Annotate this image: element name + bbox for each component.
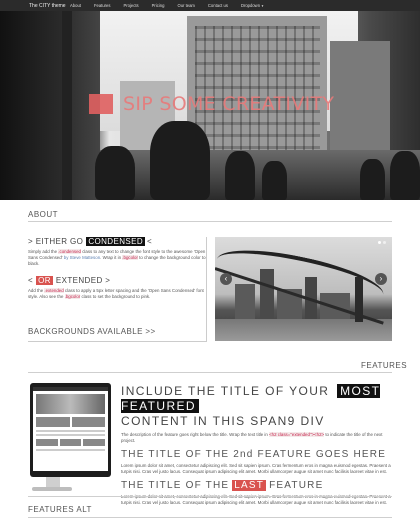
about-bottom-rule xyxy=(28,341,207,342)
feature-2-description: Lorem ipsum dolor sit amet, consectetur … xyxy=(121,463,391,474)
features-text-column: INCLUDE THE TITLE OF YOUR MOST FEATURED … xyxy=(121,384,393,506)
features-alt-heading: FEATURES ALT xyxy=(28,505,92,514)
text: Add the xyxy=(28,288,44,293)
mini-block xyxy=(71,417,105,427)
feature-title-text: FEATURE xyxy=(269,480,324,491)
brand-link[interactable]: The CITY theme xyxy=(29,3,67,9)
or-extended-heading: < OR EXTENDED > xyxy=(28,276,206,285)
hero-person xyxy=(360,159,385,200)
hero-person xyxy=(150,121,210,200)
about-text-column: > EITHER GO CONDENSED < Simply add the .… xyxy=(28,237,206,300)
navbar: The CITY theme About Features Projects P… xyxy=(0,0,420,11)
text: class to set the background to pink. xyxy=(81,294,151,299)
hero-person xyxy=(95,146,135,200)
hero-banner: SIP SOME CREATIVITY xyxy=(0,11,420,200)
hero-title-text: SIP SOME CREATIVITY xyxy=(123,93,335,115)
hero-person xyxy=(262,161,287,200)
feature-title-text: INCLUDE THE TITLE OF YOUR xyxy=(121,384,330,398)
about-rule xyxy=(28,221,392,222)
hero-person xyxy=(390,151,420,200)
features-alt-rule xyxy=(28,517,392,518)
mini-line xyxy=(36,449,105,451)
hero-building-windows xyxy=(195,26,320,156)
author-link[interactable]: by Steve Matteson xyxy=(64,255,100,260)
nav-dropdown[interactable]: Dropdown▼ xyxy=(241,3,264,8)
features-heading: FEATURES xyxy=(361,361,408,370)
mini-block xyxy=(59,439,82,446)
carousel-indicator[interactable] xyxy=(378,241,381,244)
backgrounds-available-link[interactable]: BACKGROUNDS AVAILABLE >> xyxy=(28,327,156,336)
nav-about[interactable]: About xyxy=(70,3,81,8)
laptop-base xyxy=(32,487,72,491)
text: . Wrap it in xyxy=(100,255,122,260)
extended-description: Add the .extended class to apply a 5px l… xyxy=(28,288,206,300)
carousel-prev-button[interactable]: ‹ xyxy=(220,273,232,285)
inline-code: .bgcolor xyxy=(64,294,81,299)
mini-block xyxy=(36,417,70,427)
carousel-next-button[interactable]: › xyxy=(375,273,387,285)
either-go-heading: > EITHER GO CONDENSED < xyxy=(28,237,206,246)
or-highlight: OR xyxy=(36,276,53,285)
feature-last-title: THE TITLE OF THE LAST FEATURE xyxy=(121,480,393,491)
image-carousel: ‹ › xyxy=(215,237,392,341)
mini-block xyxy=(36,439,58,446)
about-divider xyxy=(206,237,207,341)
hero-logo-mark xyxy=(89,94,113,114)
mini-line xyxy=(36,434,105,436)
feature-2-title: THE TITLE OF THE 2nd FEATURE GOES HERE xyxy=(121,449,387,460)
inline-code: <h2 class="extended"><h2> xyxy=(269,432,325,437)
laptop-screen-content xyxy=(33,387,108,471)
hero-window-frame xyxy=(62,11,72,200)
nav-projects[interactable]: Projects xyxy=(123,3,138,8)
either-go-label: > EITHER GO xyxy=(28,237,84,246)
mini-row xyxy=(36,417,105,427)
text: Simply add the xyxy=(28,249,58,254)
feature-main-description: The description of the feature goes righ… xyxy=(121,432,393,444)
mini-navbar xyxy=(33,387,108,391)
text: The description of the feature goes righ… xyxy=(121,432,268,437)
nav-pricing[interactable]: Pricing xyxy=(152,3,165,8)
features-rule xyxy=(28,372,392,373)
feature-main-title: INCLUDE THE TITLE OF YOUR MOST FEATURED … xyxy=(121,384,393,429)
features-alt-top-rule xyxy=(28,496,392,497)
feature-title-text: CONTENT IN THIS SPAN9 DIV xyxy=(121,414,325,428)
hero-left-wall xyxy=(0,11,100,200)
carousel-skyline xyxy=(235,284,255,319)
feature-last-highlight: LAST xyxy=(232,480,267,491)
mini-line xyxy=(36,430,105,432)
or-prefix: < xyxy=(28,276,34,285)
mini-hero xyxy=(36,394,105,414)
extended-label: EXTENDED > xyxy=(55,276,111,285)
laptop-mockup xyxy=(30,383,111,477)
nav-features[interactable]: Features xyxy=(94,3,111,8)
caret-down-icon: ▼ xyxy=(261,4,265,8)
condensed-description: Simply add the .condensed class to any t… xyxy=(28,249,206,267)
feature-title-text: THE TITLE OF THE xyxy=(121,480,230,491)
about-heading: ABOUT xyxy=(28,210,59,219)
hero-title: SIP SOME CREATIVITY xyxy=(89,93,334,115)
inline-code: .extended xyxy=(44,288,64,293)
mini-block xyxy=(83,439,106,446)
condensed-highlight: CONDENSED xyxy=(86,237,146,246)
inline-code: .bgcolor xyxy=(122,255,138,260)
carousel-indicators xyxy=(378,241,386,244)
carousel-indicator[interactable] xyxy=(383,241,386,244)
either-go-bracket: < xyxy=(147,237,153,246)
inline-code: .condensed xyxy=(58,249,81,254)
carousel-water xyxy=(215,319,392,341)
nav-dropdown-label: Dropdown xyxy=(240,3,261,8)
mini-row xyxy=(36,439,106,446)
nav-our-team[interactable]: Our team xyxy=(177,3,194,8)
hero-person xyxy=(225,151,255,200)
nav-contact-us[interactable]: Contact us xyxy=(208,3,228,8)
